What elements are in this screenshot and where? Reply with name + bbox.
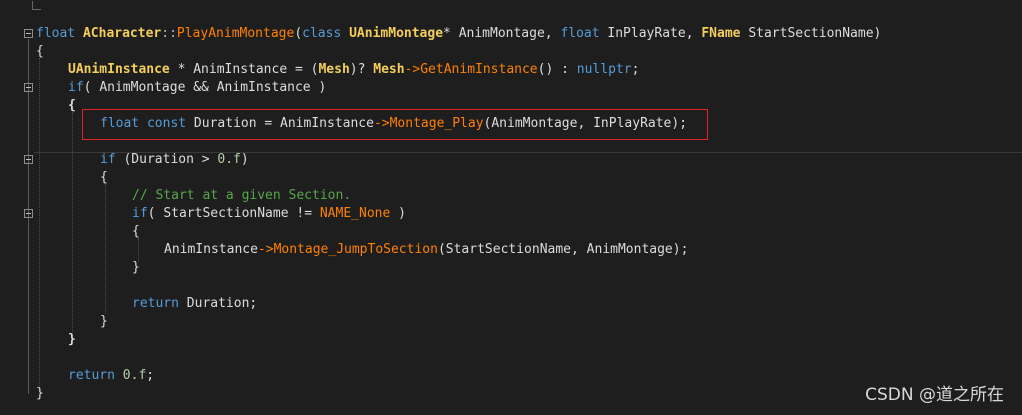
token: { [132,224,140,239]
token: float [560,26,600,41]
token: if [100,152,116,167]
token: ; [146,368,155,383]
token: Montage_JumpToSection [273,242,438,257]
token: * [443,26,459,41]
token: return [68,368,115,383]
token: )? [349,62,374,77]
token: , [685,26,702,41]
watermark: CSDN @道之所在 [865,385,1004,405]
code-line-12[interactable]: AnimInstance->Montage_JumpToSection(Star… [164,241,688,259]
code-line-16[interactable]: } [68,331,76,349]
token: :: [161,26,177,41]
token: ; [631,62,640,77]
code-line-4[interactable]: if( AnimMontage && AnimInstance ) [68,79,326,97]
fold-toggle-icon[interactable] [24,155,33,164]
token: * AnimInstance = ( [169,62,319,77]
code-line-13[interactable]: } [132,259,140,277]
token: ( [83,80,100,95]
code-line-18[interactable]: } [36,385,44,403]
token: ) [310,80,327,95]
fold-toggle-icon[interactable] [24,83,33,92]
code-line-8[interactable]: { [100,169,108,187]
token: (StartSectionName, AnimMontage); [437,242,689,257]
top-bracket-mark [32,1,41,10]
token: ACharacter [82,26,162,41]
token: GetAnimInstance [420,62,538,77]
indent-guide [105,184,106,314]
token: { [36,44,44,59]
code-line-9[interactable]: // Start at a given Section. [132,187,351,205]
token: FName [701,26,741,41]
token: AnimInstance [164,242,258,257]
code-line-2[interactable]: { [36,43,44,61]
token: } [132,260,140,275]
token: } [68,332,76,347]
token: UAnimInstance [68,62,170,77]
token: ( [147,206,164,221]
token: } [100,314,108,329]
token: ) [873,26,882,41]
comment: // Start at a given Section. [132,188,352,203]
token: nullptr [576,62,632,77]
token: AnimInstance [216,80,311,95]
indent-guide [72,112,73,332]
token: NAME_None [319,206,391,221]
token: && [185,80,217,95]
token: StartSectionName [163,206,289,221]
token: Duration; [178,296,258,311]
token: ( [294,26,303,41]
code-line-1[interactable]: float ACharacter::PlayAnimMontage(class … [36,25,881,43]
token: 0.f [114,368,147,383]
token: UAnimMontage [349,26,444,41]
indent-guide [39,58,40,392]
token: { [68,98,76,113]
token: () : [537,62,577,77]
token: return [132,296,179,311]
token: Mesh [318,62,350,77]
code-line-17[interactable]: return 0.f; [68,367,154,385]
token: -> [257,242,274,257]
token: AnimMontage [99,80,186,95]
token: AnimMontage [458,26,545,41]
token: ) [240,152,249,167]
token: 0.f [217,152,241,167]
fold-toggle-icon[interactable] [24,209,33,218]
token: } [36,386,44,401]
code-line-7[interactable]: if (Duration > 0.f) [100,151,249,169]
code-line-3[interactable]: UAnimInstance * AnimInstance = (Mesh)? M… [68,61,639,79]
code-line-5[interactable]: { [68,97,76,115]
code-editor[interactable]: float ACharacter::PlayAnimMontage(class … [0,0,1022,415]
token: -> [404,62,421,77]
token: InPlayRate [607,26,686,41]
token: , [544,26,561,41]
token: if [132,206,148,221]
token: ) [390,206,406,221]
token: PlayAnimMontage [176,26,295,41]
highlight-box [82,109,708,140]
editor-gutter [0,0,30,415]
token: { [100,170,108,185]
token: float [36,26,76,41]
token: Mesh [373,62,405,77]
code-line-11[interactable]: { [132,223,140,241]
fold-toggle-icon[interactable] [24,29,33,38]
token: != [288,206,320,221]
code-line-14[interactable]: return Duration; [132,295,257,313]
token: StartSectionName [748,26,874,41]
code-line-15[interactable]: } [100,313,108,331]
token: class [302,26,342,41]
token: if [68,80,84,95]
token: (Duration > [115,152,218,167]
code-line-10[interactable]: if( StartSectionName != NAME_None ) [132,205,406,223]
